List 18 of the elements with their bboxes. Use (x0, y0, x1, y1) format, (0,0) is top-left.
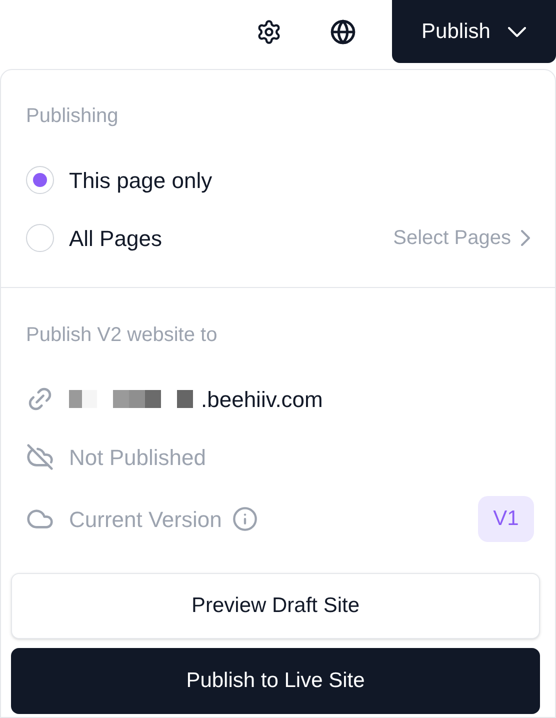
domain-text: .beehiiv.com (201, 386, 323, 414)
radio-button[interactable] (26, 224, 54, 252)
radio-button[interactable] (26, 166, 54, 194)
info-icon[interactable] (232, 506, 258, 532)
chevron-right-icon (521, 230, 530, 246)
preview-button[interactable]: Preview Draft Site (11, 573, 540, 639)
publish-live-button[interactable]: Publish to Live Site (11, 648, 540, 714)
cloud-off-icon (26, 443, 54, 471)
section-heading: Publish V2 website to (26, 323, 218, 348)
option-label: This page only (69, 166, 212, 195)
publish-button[interactable]: Publish (392, 0, 556, 63)
chevron-down-icon (508, 26, 526, 36)
version-badge: V1 (478, 496, 534, 542)
section-heading: Publishing (26, 104, 120, 129)
status-text: Not Published (69, 444, 206, 472)
version-label: Current Version (69, 506, 222, 534)
globe-icon[interactable] (328, 17, 358, 47)
option-label: All Pages (69, 224, 162, 253)
